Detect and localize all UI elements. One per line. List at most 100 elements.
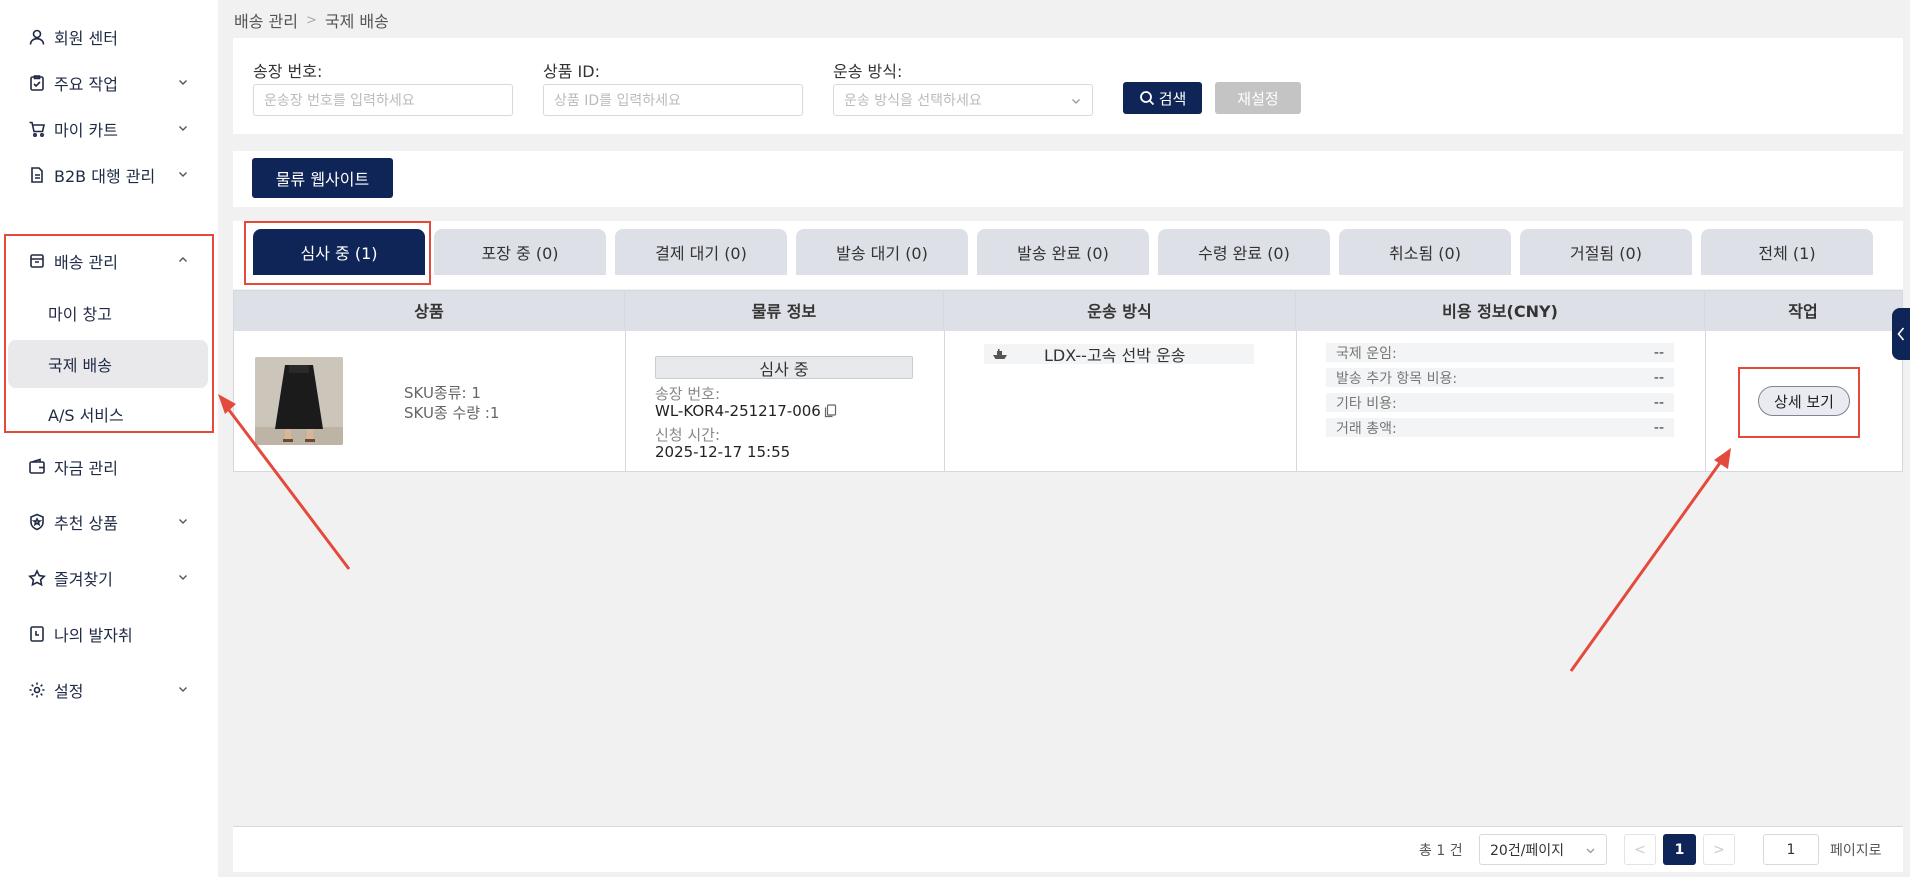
sidebar-item-funds[interactable]: 자금 관리 xyxy=(0,445,218,489)
page-size-value: 20건/페이지 xyxy=(1490,842,1565,859)
action-panel: 물류 웹사이트 xyxy=(233,151,1903,207)
fee-row: 발송 추가 항목 비용: -- xyxy=(1326,368,1674,387)
column-header-logistics: 물류 정보 xyxy=(625,290,944,330)
fee-row: 거래 총액: -- xyxy=(1326,418,1674,437)
page-size-select[interactable]: 20건/페이지 xyxy=(1479,834,1607,865)
shipping-method-label: 운송 방식: xyxy=(833,62,903,81)
sidebar-item-recommended[interactable]: 추천 상품 xyxy=(0,500,218,544)
fee-row: 기타 비용: -- xyxy=(1326,393,1674,412)
breadcrumb-parent[interactable]: 배송 관리 xyxy=(234,8,298,32)
sku-kinds: SKU종류: 1 xyxy=(404,384,481,402)
cart-icon xyxy=(28,120,46,138)
applied-time-label: 신청 시간: xyxy=(655,426,721,444)
fee-value: -- xyxy=(1653,419,1664,436)
search-button[interactable]: 검색 xyxy=(1123,82,1202,114)
chevron-left-icon: < xyxy=(1634,841,1646,858)
product-thumbnail[interactable] xyxy=(255,357,343,445)
fee-row: 국제 운임: -- xyxy=(1326,343,1674,362)
gear-icon xyxy=(28,681,46,699)
sidebar-item-b2b[interactable]: B2B 대행 관리 xyxy=(0,153,218,197)
tab-awaiting-payment[interactable]: 결제 대기 (0) xyxy=(615,229,787,275)
goto-page-input[interactable]: 1 xyxy=(1763,834,1819,865)
sidebar-item-member-center[interactable]: 회원 센터 xyxy=(0,15,218,59)
chevron-down-icon xyxy=(179,519,187,524)
sidebar-item-label: 주요 작업 xyxy=(54,75,118,94)
footprint-doc-icon xyxy=(28,625,46,643)
shipping-method-select[interactable]: 운송 방식을 선택하세요 xyxy=(833,84,1093,116)
sku-quantity: SKU종 수량 :1 xyxy=(404,404,500,422)
tab-awaiting-shipment[interactable]: 발송 대기 (0) xyxy=(796,229,968,275)
column-header-shipping: 운송 방식 xyxy=(944,290,1296,330)
fee-value: -- xyxy=(1653,394,1664,411)
fee-label: 국제 운임: xyxy=(1336,345,1397,362)
reset-button[interactable]: 재설정 xyxy=(1215,82,1301,114)
fee-label: 거래 총액: xyxy=(1336,420,1397,437)
chevron-right-icon: > xyxy=(1713,841,1725,858)
badge-icon xyxy=(28,513,46,531)
fee-label: 발송 추가 항목 비용: xyxy=(1336,370,1458,387)
tab-shipped[interactable]: 발송 완료 (0) xyxy=(977,229,1149,275)
tab-all[interactable]: 전체 (1) xyxy=(1701,229,1873,275)
fee-label: 기타 비용: xyxy=(1336,395,1397,412)
sidebar-item-favorites[interactable]: 즐겨찾기 xyxy=(0,556,218,600)
divider xyxy=(944,331,945,471)
goto-page-suffix: 페이지로 xyxy=(1830,843,1882,859)
tab-received[interactable]: 수령 완료 (0) xyxy=(1158,229,1330,275)
star-icon xyxy=(28,569,46,587)
breadcrumb-current: 국제 배송 xyxy=(324,12,389,31)
breadcrumb: 배송 관리 > 국제 배송 xyxy=(234,8,389,32)
tab-packing[interactable]: 포장 중 (0) xyxy=(434,229,606,275)
column-header-cost: 비용 정보(CNY) xyxy=(1296,290,1705,330)
chevron-down-icon xyxy=(179,126,187,131)
fee-value: -- xyxy=(1653,344,1664,361)
highlight-box-tab xyxy=(244,221,431,285)
sidebar-item-label: 자금 관리 xyxy=(54,459,118,478)
collapse-handle[interactable] xyxy=(1892,308,1910,360)
sidebar-item-label: 마이 카트 xyxy=(54,121,118,140)
chevron-down-icon xyxy=(1072,99,1080,104)
copy-icon[interactable] xyxy=(824,404,837,418)
sidebar-item-label: B2B 대행 관리 xyxy=(54,167,156,186)
invoice-number-label: 송장 번호: xyxy=(655,385,721,403)
highlight-box-details xyxy=(1738,367,1860,438)
sidebar-item-my-cart[interactable]: 마이 카트 xyxy=(0,107,218,151)
tab-cancelled[interactable]: 취소됨 (0) xyxy=(1339,229,1511,275)
product-id-label: 상품 ID: xyxy=(543,62,600,81)
logistics-website-button[interactable]: 물류 웹사이트 xyxy=(252,158,393,198)
search-icon xyxy=(1139,91,1154,106)
column-header-action: 작업 xyxy=(1788,302,1818,321)
page-1-button[interactable]: 1 xyxy=(1663,834,1696,865)
sidebar-item-label: 설정 xyxy=(54,682,84,701)
next-page-button[interactable]: > xyxy=(1703,834,1735,865)
sidebar-item-footprints[interactable]: 나의 발자취 xyxy=(0,612,218,656)
sidebar-item-settings[interactable]: 설정 xyxy=(0,668,218,712)
sidebar-item-label: 나의 발자취 xyxy=(54,626,133,645)
applied-time-value: 2025-12-17 15:55 xyxy=(655,443,791,461)
shipping-method-value: LDX--고속 선박 운송 xyxy=(1044,346,1186,365)
invoice-input[interactable]: 운송장 번호를 입력하세요 xyxy=(253,84,513,116)
sidebar: 회원 센터 주요 작업 마이 카트 B2B 대행 관리 배송 관리 마이 창고 … xyxy=(0,0,218,877)
highlight-box-sidebar xyxy=(4,234,214,433)
divider xyxy=(625,331,626,471)
user-icon xyxy=(28,28,46,46)
product-image xyxy=(255,357,343,445)
product-id-input[interactable]: 상품 ID를 입력하세요 xyxy=(543,84,803,116)
total-count: 총 1 건 xyxy=(1419,843,1463,859)
chevron-down-icon xyxy=(179,172,187,177)
divider xyxy=(1296,331,1297,471)
search-button-label: 검색 xyxy=(1158,89,1187,108)
chevron-down-icon xyxy=(179,80,187,85)
invoice-label: 송장 번호: xyxy=(253,62,323,81)
sidebar-item-main-tasks[interactable]: 주요 작업 xyxy=(0,61,218,105)
wallet-icon xyxy=(28,458,46,476)
tab-rejected[interactable]: 거절됨 (0) xyxy=(1520,229,1692,275)
status-badge: 심사 중 xyxy=(655,356,913,379)
arrow-line xyxy=(1569,459,1724,672)
chevron-left-icon xyxy=(1897,327,1905,341)
pagination-bar: 총 1 건 20건/페이지 < 1 > 1 페이지로 xyxy=(233,826,1903,872)
prev-page-button[interactable]: < xyxy=(1624,834,1656,865)
sidebar-item-label: 회원 센터 xyxy=(54,29,118,48)
invoice-number-value: WL-KOR4-251217-006 xyxy=(655,402,821,420)
chevron-down-icon xyxy=(179,575,187,580)
chevron-down-icon xyxy=(1586,848,1595,854)
